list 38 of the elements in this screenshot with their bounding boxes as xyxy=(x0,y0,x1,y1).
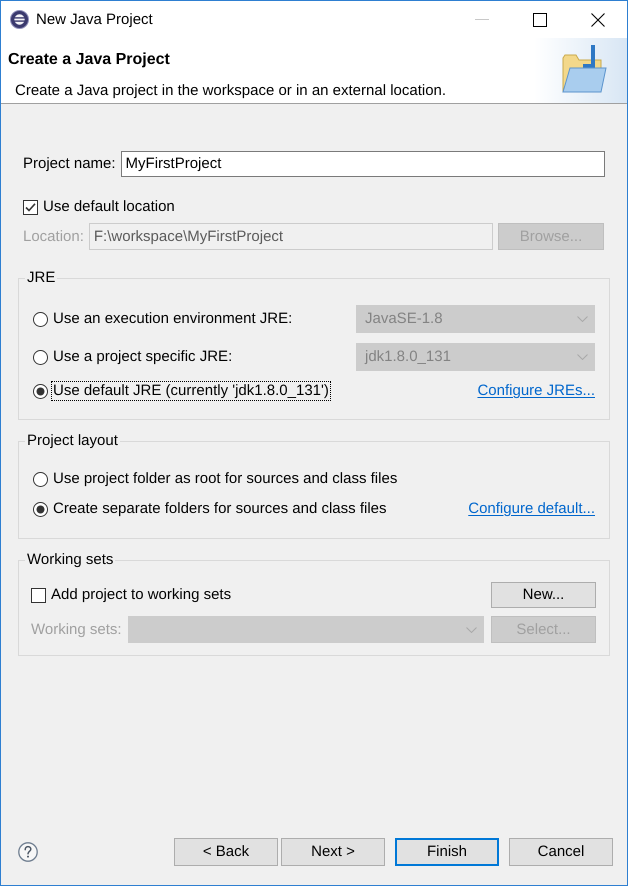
radio-label: Use a project specific JRE: xyxy=(52,347,234,367)
close-icon[interactable] xyxy=(591,12,605,26)
radio-button[interactable] xyxy=(33,502,48,516)
radio-button[interactable] xyxy=(33,312,48,326)
maximize-icon[interactable] xyxy=(533,12,547,26)
finish-button[interactable]: Finish xyxy=(395,838,499,866)
window-title: New Java Project xyxy=(36,10,153,28)
group-title: Working sets xyxy=(26,551,114,569)
radio-label: Use default JRE (currently 'jdk1.8.0_131') xyxy=(51,381,331,401)
radio-label: Create separate folders for sources and class files xyxy=(52,499,388,519)
page-description: Create a Java project in the workspace or in an external location. xyxy=(14,81,446,101)
new-button[interactable]: New... xyxy=(491,582,596,608)
help-icon[interactable] xyxy=(18,842,38,862)
radio-label: Use project folder as root for sources and class files xyxy=(52,469,398,489)
radio-button[interactable] xyxy=(33,350,48,364)
back-button[interactable]: < Back xyxy=(174,838,278,866)
app-icon xyxy=(10,10,29,29)
page-title: Create a Java Project xyxy=(7,50,170,70)
checkbox[interactable] xyxy=(23,200,38,214)
radio-button[interactable] xyxy=(33,384,48,398)
chevron-down-icon xyxy=(466,626,477,632)
field-label: Project name: xyxy=(23,155,116,173)
field-label: Location: xyxy=(23,228,84,246)
field-label: Working sets: xyxy=(31,620,122,638)
cancel-button[interactable]: Cancel xyxy=(509,838,613,866)
chevron-down-icon xyxy=(577,354,588,360)
text-field[interactable]: MyFirstProject xyxy=(120,151,605,177)
group-title: JRE xyxy=(26,269,56,287)
configure-link[interactable]: Configure default... xyxy=(468,500,595,518)
checkbox[interactable] xyxy=(31,588,46,602)
next-button[interactable]: Next > xyxy=(281,838,385,866)
radio-button[interactable] xyxy=(33,472,48,486)
configure-link[interactable]: Configure JREs... xyxy=(477,382,595,400)
checkbox-label: Use default location xyxy=(43,198,175,216)
chevron-down-icon xyxy=(577,316,588,322)
group-title: Project layout xyxy=(26,432,119,450)
radio-label: Use an execution environment JRE: xyxy=(52,309,294,329)
checkbox-label: Add project to working sets xyxy=(51,586,232,604)
